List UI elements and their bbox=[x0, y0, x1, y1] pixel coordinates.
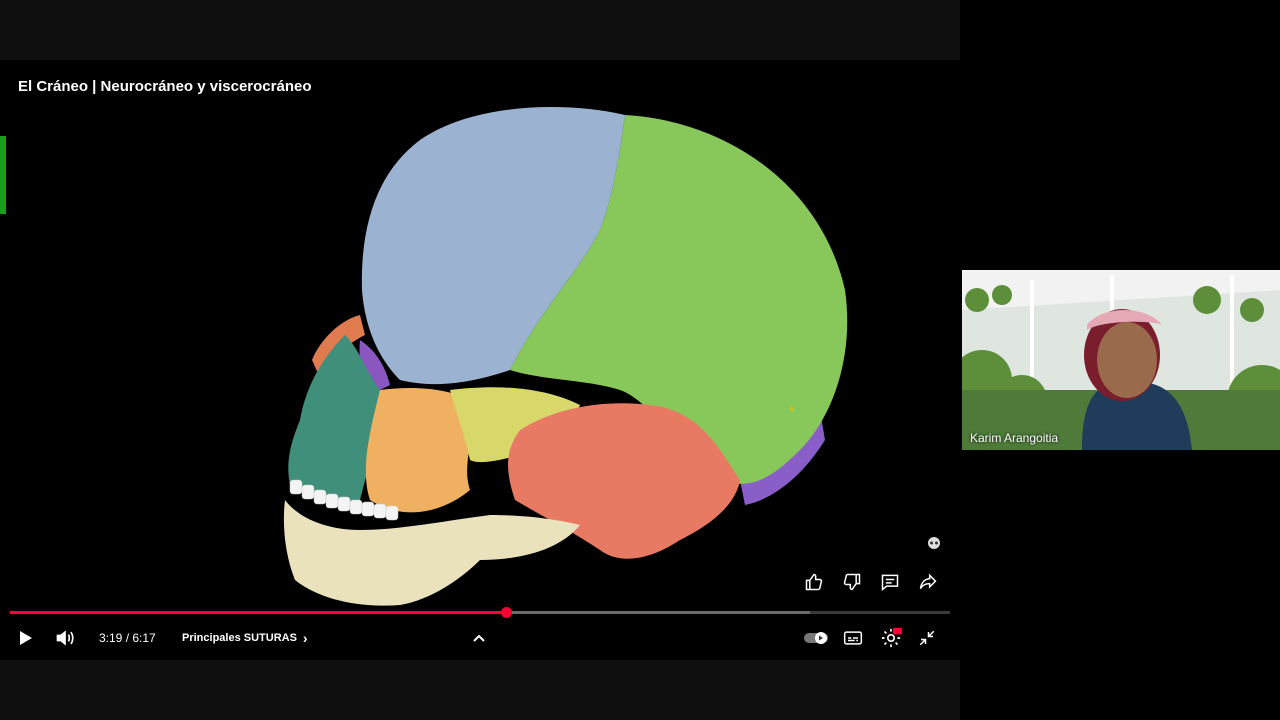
volume-button[interactable] bbox=[54, 626, 76, 650]
play-button[interactable] bbox=[16, 626, 34, 650]
participant-image bbox=[962, 270, 1280, 450]
comments-button[interactable] bbox=[878, 570, 902, 594]
green-indicator bbox=[0, 136, 6, 214]
autoplay-toggle[interactable] bbox=[804, 626, 828, 650]
gear-icon bbox=[881, 627, 902, 648]
volume-icon bbox=[56, 630, 74, 646]
collapse-icon bbox=[919, 630, 935, 646]
progress-played bbox=[10, 611, 506, 614]
like-button[interactable] bbox=[802, 570, 826, 594]
thumb-down-icon bbox=[843, 573, 861, 591]
play-icon bbox=[20, 631, 32, 645]
comment-icon bbox=[881, 574, 899, 592]
video-player[interactable]: El Cráneo | Neurocráneo y viscerocráneo bbox=[0, 60, 960, 660]
thumb-up-icon bbox=[805, 573, 823, 591]
progress-track bbox=[810, 611, 950, 614]
share-icon bbox=[919, 573, 937, 590]
participant-video[interactable]: Karim Arangoitia bbox=[962, 270, 1280, 450]
autoplay-icon bbox=[804, 632, 828, 644]
duration: 6:17 bbox=[132, 631, 156, 645]
exit-fullscreen-button[interactable] bbox=[918, 626, 936, 650]
progress-scrubber[interactable] bbox=[501, 607, 512, 618]
chevron-right-icon: › bbox=[302, 630, 308, 646]
time-display: 3:19 / 6:17 bbox=[99, 626, 156, 650]
current-time: 3:19 bbox=[99, 631, 123, 645]
bottom-bar bbox=[0, 660, 960, 720]
progress-bar[interactable] bbox=[10, 607, 950, 618]
chapter-label: Principales SUTURAS bbox=[182, 632, 297, 644]
subtitles-button[interactable] bbox=[843, 626, 863, 650]
subtitles-icon bbox=[843, 631, 863, 645]
channel-watermark[interactable] bbox=[920, 536, 948, 560]
settings-button[interactable] bbox=[880, 626, 902, 650]
participant-name: Karim Arangoitia bbox=[970, 431, 1059, 445]
chevron-up-icon bbox=[473, 634, 485, 642]
screen: El Cráneo | Neurocráneo y viscerocráneo bbox=[0, 0, 1280, 720]
time-separator: / bbox=[122, 631, 133, 645]
video-actions bbox=[802, 570, 940, 594]
expand-button[interactable] bbox=[471, 626, 487, 650]
control-bar: 3:19 / 6:17 Principales SUTURAS › bbox=[0, 620, 960, 660]
skull-logo-icon bbox=[928, 537, 940, 549]
dislike-button[interactable] bbox=[840, 570, 864, 594]
video-title[interactable]: El Cráneo | Neurocráneo y viscerocráneo bbox=[18, 78, 311, 95]
top-bar bbox=[0, 0, 960, 60]
chapter-button[interactable]: Principales SUTURAS › bbox=[182, 626, 308, 650]
video-area: El Cráneo | Neurocráneo y viscerocráneo bbox=[0, 0, 960, 720]
share-button[interactable] bbox=[916, 570, 940, 594]
